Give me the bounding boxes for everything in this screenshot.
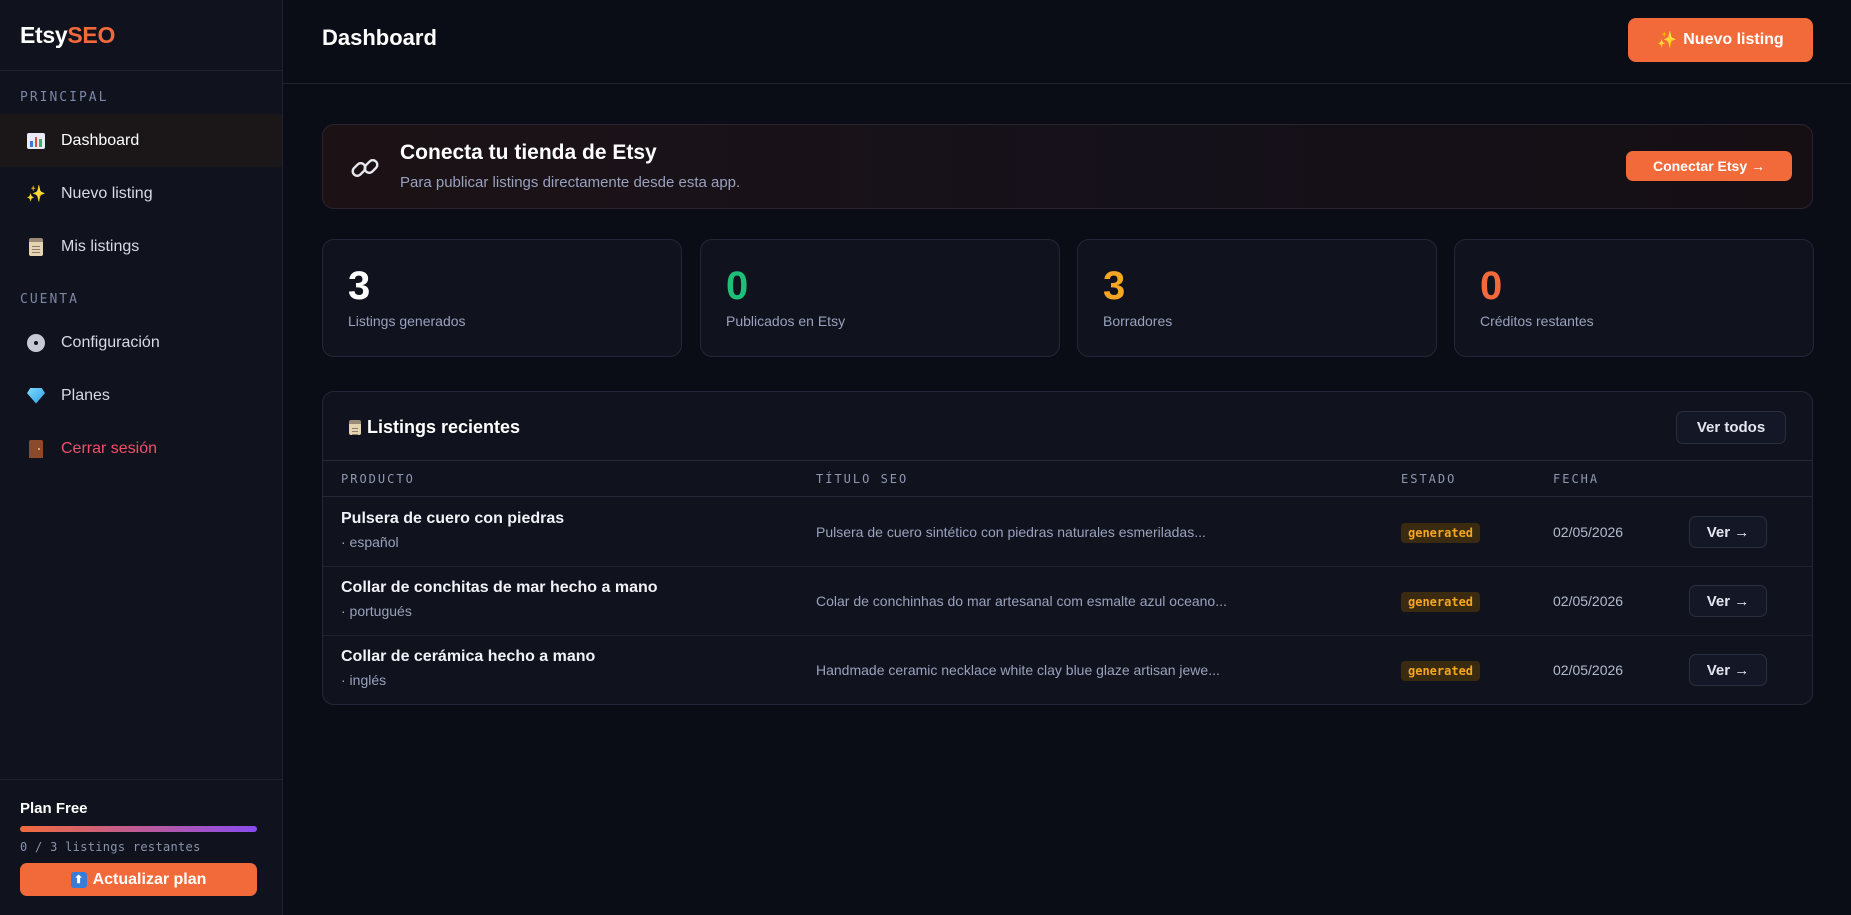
product-language: · español bbox=[341, 534, 399, 550]
table-row[interactable]: Pulsera de cuero con piedras · español P… bbox=[323, 498, 1812, 567]
recent-listings-title: Listings recientes bbox=[349, 417, 520, 438]
column-header-estado[interactable]: ESTADO bbox=[1401, 472, 1456, 486]
gem-icon bbox=[26, 386, 46, 406]
new-listing-label: Nuevo listing bbox=[1683, 31, 1784, 48]
nav-principal: Dashboard ✨ Nuevo listing Mis listings bbox=[0, 114, 282, 273]
product-name: Pulsera de cuero con piedras bbox=[341, 510, 565, 527]
view-listing-button[interactable]: Ver → bbox=[1689, 585, 1767, 617]
table-row[interactable]: Collar de conchitas de mar hecho a mano … bbox=[323, 567, 1812, 636]
sidebar: Etsy SEO PRINCIPAL Dashboard ✨ Nuevo list… bbox=[0, 0, 283, 915]
connect-etsy-button[interactable]: Conectar Etsy → bbox=[1626, 151, 1792, 181]
plan-title: Plan Free bbox=[20, 800, 88, 817]
sparkles-icon: ✨ bbox=[1657, 32, 1678, 49]
up-arrow-icon: ⬆ bbox=[70, 871, 87, 888]
sparkles-icon: ✨ bbox=[26, 185, 46, 203]
clipboard-icon bbox=[349, 420, 361, 435]
sidebar-item-label: Configuración bbox=[61, 333, 160, 351]
sidebar-item-label: Planes bbox=[61, 386, 110, 404]
seo-title: Pulsera de cuero sintético con piedras n… bbox=[816, 524, 1206, 540]
view-listing-button[interactable]: Ver → bbox=[1689, 654, 1767, 686]
status-badge: generated bbox=[1401, 661, 1481, 681]
sidebar-item-cerrar-sesion[interactable]: Cerrar sesión bbox=[0, 422, 282, 475]
status-badge: generated bbox=[1401, 523, 1481, 543]
upgrade-plan-label: Actualizar plan bbox=[92, 870, 207, 888]
product-name: Collar de cerámica hecho a mano bbox=[341, 648, 596, 665]
recent-listings-title-text: Listings recientes bbox=[367, 417, 521, 437]
recent-listings-card: Listings recientes Ver todos PRODUCTO TÍ… bbox=[322, 391, 1813, 705]
sidebar-item-label: Nuevo listing bbox=[61, 184, 153, 202]
brand-logo[interactable]: Etsy SEO bbox=[0, 0, 282, 71]
seo-title: Colar de conchinhas do mar artesanal com… bbox=[816, 593, 1227, 609]
view-listing-button[interactable]: Ver → bbox=[1689, 516, 1767, 548]
product-name: Collar de conchitas de mar hecho a mano bbox=[341, 579, 658, 596]
listing-date: 02/05/2026 bbox=[1553, 524, 1624, 540]
stat-value: 3 bbox=[1103, 264, 1126, 308]
clipboard-icon bbox=[26, 237, 46, 257]
section-label-principal: PRINCIPAL bbox=[20, 90, 109, 105]
stat-value: 0 bbox=[726, 264, 749, 308]
table-header: PRODUCTO TÍTULO SEO ESTADO FECHA bbox=[323, 460, 1812, 497]
status-badge: generated bbox=[1401, 592, 1481, 612]
product-language: · inglés bbox=[341, 672, 387, 688]
stat-value: 0 bbox=[1480, 264, 1503, 308]
seo-title: Handmade ceramic necklace white clay blu… bbox=[816, 662, 1220, 678]
sidebar-item-planes[interactable]: Planes bbox=[0, 369, 282, 422]
stat-card-listings-generados: 3 Listings generados bbox=[322, 239, 682, 357]
section-label-cuenta: CUENTA bbox=[20, 292, 79, 307]
chart-icon bbox=[26, 131, 46, 151]
product-language: · portugués bbox=[341, 603, 412, 619]
upgrade-plan-button[interactable]: ⬆ Actualizar plan bbox=[20, 863, 257, 896]
brand-name-part1: Etsy bbox=[20, 21, 68, 48]
sidebar-item-dashboard[interactable]: Dashboard bbox=[0, 114, 282, 167]
link-icon bbox=[351, 159, 379, 177]
stat-card-creditos: 0 Créditos restantes bbox=[1454, 239, 1814, 357]
plan-usage-bar bbox=[20, 826, 257, 832]
sidebar-item-label: Mis listings bbox=[61, 237, 140, 255]
connect-etsy-banner: Conecta tu tienda de Etsy Para publicar … bbox=[322, 124, 1813, 209]
stat-card-borradores: 3 Borradores bbox=[1077, 239, 1437, 357]
stat-label: Listings generados bbox=[348, 313, 466, 329]
connect-subtitle: Para publicar listings directamente desd… bbox=[400, 174, 741, 191]
column-header-producto[interactable]: PRODUCTO bbox=[341, 472, 415, 486]
stat-value: 3 bbox=[348, 264, 371, 308]
column-header-titulo-seo[interactable]: TÍTULO SEO bbox=[816, 472, 908, 486]
stat-label: Créditos restantes bbox=[1480, 313, 1594, 329]
brand-name-part2: SEO bbox=[67, 21, 116, 48]
plan-usage-text: 0 / 3 listings restantes bbox=[20, 840, 201, 854]
sidebar-item-configuracion[interactable]: Configuración bbox=[0, 316, 282, 369]
stat-label: Publicados en Etsy bbox=[726, 313, 846, 329]
view-all-button[interactable]: Ver todos bbox=[1676, 411, 1786, 444]
table-row[interactable]: Collar de cerámica hecho a mano · inglés… bbox=[323, 636, 1812, 704]
new-listing-button[interactable]: ✨ Nuevo listing bbox=[1628, 18, 1813, 62]
listing-date: 02/05/2026 bbox=[1553, 593, 1624, 609]
sidebar-item-label: Dashboard bbox=[61, 131, 140, 149]
gear-icon bbox=[26, 333, 46, 353]
column-header-fecha[interactable]: FECHA bbox=[1553, 472, 1599, 486]
stat-label: Borradores bbox=[1103, 313, 1173, 329]
door-icon bbox=[26, 439, 46, 459]
page-title: Dashboard bbox=[322, 25, 437, 50]
top-header: Dashboard ✨ Nuevo listing bbox=[283, 0, 1851, 84]
plan-box: Plan Free 0 / 3 listings restantes ⬆ Act… bbox=[0, 779, 282, 915]
listing-date: 02/05/2026 bbox=[1553, 662, 1624, 678]
sidebar-item-nuevo-listing[interactable]: ✨ Nuevo listing bbox=[0, 167, 282, 220]
connect-title: Conecta tu tienda de Etsy bbox=[400, 141, 657, 164]
sidebar-item-label: Cerrar sesión bbox=[61, 439, 158, 457]
stat-card-publicados: 0 Publicados en Etsy bbox=[700, 239, 1060, 357]
sidebar-item-mis-listings[interactable]: Mis listings bbox=[0, 220, 282, 273]
nav-cuenta: Configuración Planes Cerrar sesión bbox=[0, 316, 282, 475]
